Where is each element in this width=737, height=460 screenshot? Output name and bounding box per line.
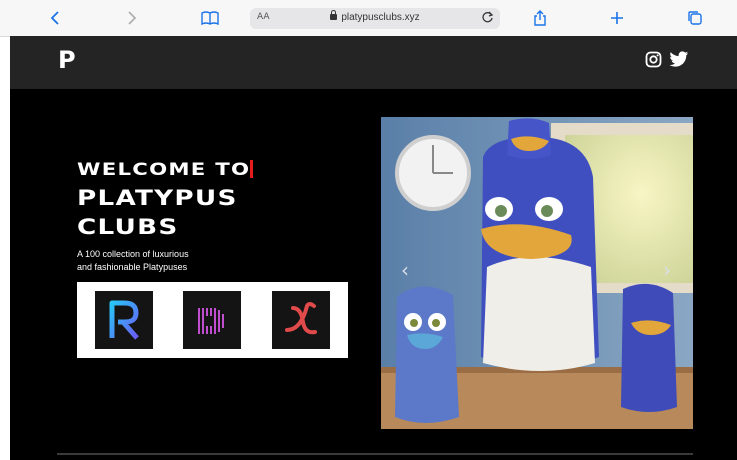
tabs-icon[interactable] [685,8,705,28]
url-text: platypusclubs.xyz [250,10,500,23]
partner-logo-x[interactable] [272,291,330,349]
hero-title-line2: PLATYPUS [77,186,238,210]
site-logo[interactable]: P [58,46,76,74]
address-bar[interactable]: AA platypusclubs.xyz [250,8,500,29]
share-icon[interactable] [530,8,550,28]
carousel-next-arrow[interactable]: › [663,258,671,282]
hero-title-line3: CLUBS [77,215,179,239]
reload-icon[interactable] [481,11,494,29]
back-icon[interactable] [45,8,65,28]
divider [57,453,693,455]
partner-logos [77,282,348,358]
bookmarks-icon[interactable] [200,8,220,28]
hero-title-line1: WELCOME TO [77,160,251,180]
website: P WELCOME TO PLATYPUS CLUBS A 100 collec… [10,36,737,460]
forward-icon[interactable] [122,8,142,28]
hero-description: A 100 collection of luxurious and fashio… [77,248,277,274]
partner-logo-r[interactable] [95,291,153,349]
partner-logo-d[interactable] [183,291,241,349]
new-tab-icon[interactable] [607,8,627,28]
typing-cursor [250,160,253,178]
instagram-icon[interactable] [645,51,665,71]
lock-icon [330,10,338,20]
description-line2: and fashionable Platypuses [77,262,188,272]
description-line1: A 100 collection of luxurious [77,249,189,259]
hero-platypus-image: ‹ › [381,117,693,429]
site-header: P [10,36,737,89]
twitter-icon[interactable] [669,51,689,71]
browser-toolbar: AA platypusclubs.xyz [0,0,737,37]
carousel-prev-arrow[interactable]: ‹ [401,258,409,282]
url-label: platypusclubs.xyz [341,12,420,23]
